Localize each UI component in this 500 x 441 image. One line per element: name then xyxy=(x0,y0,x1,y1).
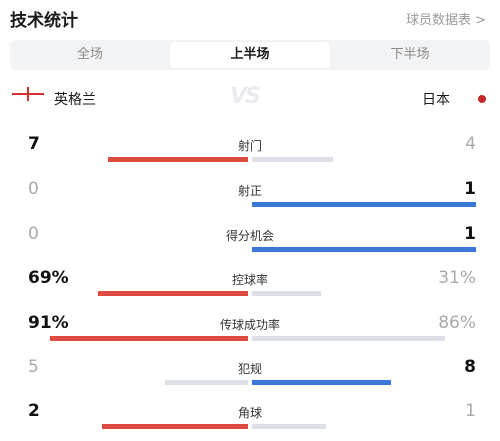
away-bar-track xyxy=(252,380,476,385)
page-title: 技术统计 xyxy=(10,11,78,31)
home-bar-track xyxy=(30,291,248,296)
home-stat-value: 5 xyxy=(28,357,39,377)
away-bar-track xyxy=(252,424,476,429)
vs-mark: VS xyxy=(230,84,261,109)
home-bar-track xyxy=(30,157,248,162)
stat-row: 2 角球 1 xyxy=(0,401,500,441)
home-bar-track xyxy=(30,380,248,385)
away-bar-fill xyxy=(252,336,445,341)
away-bar-track xyxy=(252,247,476,252)
home-stat-value: 91% xyxy=(28,313,69,333)
player-stats-link[interactable]: 球员数据表 > xyxy=(406,9,486,28)
away-bar-track xyxy=(252,202,476,207)
away-bar-fill xyxy=(252,202,476,207)
stat-label: 传球成功率 xyxy=(219,318,280,332)
home-bar-fill xyxy=(108,157,248,162)
stat-label: 射正 xyxy=(237,184,262,198)
away-stat-value: 1 xyxy=(464,224,476,244)
stat-row: 91% 传球成功率 86% xyxy=(0,313,500,353)
away-bar-fill xyxy=(252,247,476,252)
away-bar-fill xyxy=(252,424,326,429)
stat-row: 0 射正 1 xyxy=(0,179,500,219)
home-stat-value: 0 xyxy=(28,179,39,199)
stat-label: 犯规 xyxy=(237,362,262,376)
stat-label: 得分机会 xyxy=(225,229,274,243)
away-bar-fill xyxy=(252,157,333,162)
away-bar-fill xyxy=(252,380,391,385)
england-flag-icon xyxy=(12,87,44,101)
period-tabs: 全场 上半场 下半场 xyxy=(10,40,490,70)
home-stat-value: 7 xyxy=(28,134,40,154)
away-stat-value: 4 xyxy=(465,134,476,154)
stats-header: 技术统计 球员数据表 > xyxy=(0,0,500,36)
home-stat-value: 0 xyxy=(28,224,39,244)
stat-label: 控球率 xyxy=(231,273,268,287)
away-stat-value: 31% xyxy=(438,268,476,288)
away-stat-value: 86% xyxy=(438,313,476,333)
away-bar-track xyxy=(252,336,476,341)
home-bar-track xyxy=(30,202,248,207)
away-bar-track xyxy=(252,157,476,162)
home-bar-fill xyxy=(50,336,248,341)
away-bar-track xyxy=(252,291,476,296)
home-team-name: 英格兰 xyxy=(54,92,96,108)
stat-label: 角球 xyxy=(237,406,262,420)
away-bar-fill xyxy=(252,291,321,296)
away-stat-value: 8 xyxy=(464,357,476,377)
stat-label: 射门 xyxy=(237,139,262,153)
home-stat-value: 2 xyxy=(28,401,40,421)
home-bar-fill xyxy=(102,424,248,429)
away-stat-value: 1 xyxy=(465,401,476,421)
home-bar-track xyxy=(30,424,248,429)
home-stat-value: 69% xyxy=(28,268,69,288)
tab-first-half[interactable]: 上半场 xyxy=(170,42,330,68)
stat-row: 69% 控球率 31% xyxy=(0,268,500,308)
stat-row: 7 射门 4 xyxy=(0,134,500,174)
home-bar-track xyxy=(30,247,248,252)
home-bar-track xyxy=(30,336,248,341)
tab-full-match[interactable]: 全场 xyxy=(10,40,170,70)
japan-flag-icon xyxy=(478,95,486,103)
stat-row: 5 犯规 8 xyxy=(0,357,500,397)
away-team-name: 日本 xyxy=(422,92,450,108)
tab-second-half[interactable]: 下半场 xyxy=(330,40,490,70)
home-bar-fill xyxy=(98,291,248,296)
away-stat-value: 1 xyxy=(464,179,476,199)
home-bar-fill xyxy=(165,380,248,385)
stat-row: 0 得分机会 1 xyxy=(0,224,500,264)
teams-row: 英格兰 VS 日本 xyxy=(0,84,500,114)
